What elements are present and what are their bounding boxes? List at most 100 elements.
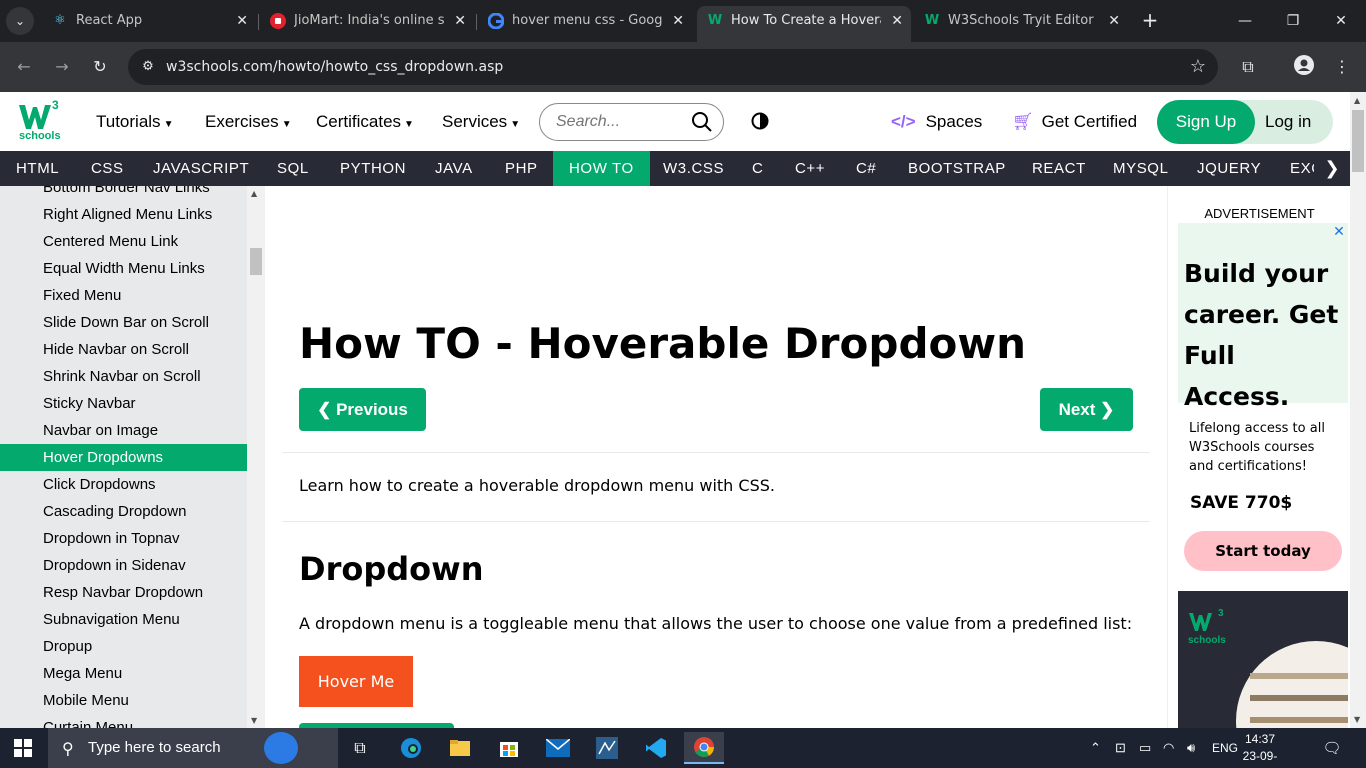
previous-button[interactable]: ❮ Previous bbox=[299, 388, 426, 431]
topnav-item-w3css[interactable]: W3.CSS bbox=[647, 151, 740, 186]
tab-react-app[interactable]: ⚛ React App ✕ bbox=[42, 6, 256, 36]
windows-start-icon[interactable] bbox=[14, 739, 32, 757]
back-icon[interactable]: ← bbox=[12, 55, 36, 79]
tab-google-search[interactable]: hover menu css - Google Se ✕ bbox=[478, 6, 692, 36]
sidebar-item[interactable]: Resp Navbar Dropdown bbox=[0, 579, 247, 606]
tab-jiomart[interactable]: JioMart: India's online shopp ✕ bbox=[260, 6, 474, 36]
topnav-item-php[interactable]: PHP bbox=[489, 151, 554, 186]
topnav-item-cpp[interactable]: C++ bbox=[779, 151, 841, 186]
sidebar-item[interactable]: Right Aligned Menu Links bbox=[0, 201, 247, 228]
microsoft-store-icon[interactable] bbox=[489, 732, 529, 764]
reload-icon[interactable]: ↻ bbox=[88, 55, 112, 79]
sidebar-item[interactable]: Slide Down Bar on Scroll bbox=[0, 309, 247, 336]
sidebar-item[interactable]: Cascading Dropdown bbox=[0, 498, 247, 525]
forward-icon[interactable]: → bbox=[50, 55, 74, 79]
sidebar-item-hover-dropdowns[interactable]: Hover Dropdowns bbox=[0, 444, 247, 471]
search-input[interactable] bbox=[556, 112, 686, 132]
close-window-icon[interactable]: ✕ bbox=[1318, 0, 1364, 42]
scrollbar-thumb[interactable] bbox=[1352, 110, 1364, 172]
topnav-item-sql[interactable]: SQL bbox=[261, 151, 325, 186]
topnav-item-jquery[interactable]: JQUERY bbox=[1181, 151, 1277, 186]
scrollbar-thumb[interactable] bbox=[250, 248, 262, 275]
topnav-item-javascript[interactable]: JAVASCRIPT bbox=[137, 151, 265, 186]
start-today-button[interactable]: Start today bbox=[1184, 531, 1342, 571]
tab-tryit-editor[interactable]: W W3Schools Tryit Editor ✕ bbox=[914, 6, 1128, 36]
address-bar[interactable]: ⚙ w3schools.com/howto/howto_css_dropdown… bbox=[128, 49, 1218, 85]
url-text[interactable]: w3schools.com/howto/howto_css_dropdown.a… bbox=[166, 49, 503, 85]
menu-certificates[interactable]: Certificates ▼ bbox=[316, 92, 414, 154]
tab-how-to-hoverable[interactable]: W How To Create a Hoverable ✕ bbox=[697, 6, 911, 42]
sidebar-item[interactable]: Sticky Navbar bbox=[0, 390, 247, 417]
bookmark-star-icon[interactable]: ☆ bbox=[1190, 55, 1206, 79]
file-explorer-icon[interactable] bbox=[440, 732, 480, 764]
sidebar-item[interactable]: Navbar on Image bbox=[0, 417, 247, 444]
menu-tutorials[interactable]: Tutorials ▼ bbox=[96, 92, 173, 154]
language-indicator[interactable]: ENG bbox=[1212, 728, 1238, 768]
battery-icon[interactable]: ▭ bbox=[1139, 728, 1151, 768]
log-in-button[interactable]: Log in bbox=[1265, 100, 1311, 144]
sidebar-item[interactable]: Bottom Border Nav Links bbox=[0, 186, 247, 201]
tab-search-chevron-icon[interactable]: ⌄ bbox=[6, 7, 34, 35]
sidebar-item[interactable]: Mega Menu bbox=[0, 660, 247, 687]
hover-me-button[interactable]: Hover Me bbox=[299, 656, 413, 707]
scroll-up-icon[interactable]: ▲ bbox=[251, 189, 257, 198]
tray-chevron-up-icon[interactable]: ⌃ bbox=[1090, 728, 1101, 768]
sidebar-item[interactable]: Dropup bbox=[0, 633, 247, 660]
next-button[interactable]: Next ❯ bbox=[1040, 388, 1133, 431]
search-icon[interactable] bbox=[691, 111, 713, 133]
page-scrollbar[interactable]: ▲ ▼ bbox=[1350, 92, 1366, 728]
taskbar-search[interactable]: ⚲ Type here to search bbox=[48, 728, 338, 768]
close-tab-icon[interactable]: ✕ bbox=[1108, 6, 1120, 36]
extensions-icon[interactable]: ⧉ bbox=[1236, 55, 1260, 79]
scroll-down-icon[interactable]: ▼ bbox=[1354, 715, 1360, 724]
get-certified-link[interactable]: 🛒︎ Get Certified bbox=[1012, 92, 1137, 151]
close-tab-icon[interactable]: ✕ bbox=[236, 6, 248, 36]
task-view-icon[interactable]: ⧉ bbox=[340, 732, 380, 764]
close-ad-icon[interactable]: ✕ bbox=[1330, 223, 1348, 241]
topnav-item-how-to[interactable]: HOW TO bbox=[553, 151, 650, 186]
sidebar-item[interactable]: Dropdown in Sidenav bbox=[0, 552, 247, 579]
sidebar-item[interactable]: Mobile Menu bbox=[0, 687, 247, 714]
sidebar-item[interactable]: Subnavigation Menu bbox=[0, 606, 247, 633]
close-tab-icon[interactable]: ✕ bbox=[891, 6, 903, 36]
w3schools-logo[interactable]: 3 schools bbox=[16, 98, 64, 146]
topnav-item-c[interactable]: C bbox=[736, 151, 779, 186]
volume-icon[interactable]: 🔊︎ bbox=[1187, 728, 1195, 768]
scroll-down-icon[interactable]: ▼ bbox=[251, 716, 257, 725]
topnav-item-python[interactable]: PYTHON bbox=[324, 151, 422, 186]
topnav-item-html[interactable]: HTML bbox=[0, 151, 75, 186]
site-info-icon[interactable]: ⚙ bbox=[136, 55, 160, 79]
sidebar-item[interactable]: Hide Navbar on Scroll bbox=[0, 336, 247, 363]
ad-image[interactable]: 3 schools bbox=[1178, 591, 1348, 728]
sidebar-scrollbar[interactable]: ▲ ▼ bbox=[247, 186, 265, 728]
topnav-item-csharp[interactable]: C# bbox=[840, 151, 892, 186]
scroll-up-icon[interactable]: ▲ bbox=[1354, 96, 1360, 105]
network-adapter-icon[interactable]: ⊡ bbox=[1115, 728, 1126, 768]
dark-mode-toggle-icon[interactable] bbox=[751, 112, 769, 134]
sidebar-item[interactable]: Curtain Menu bbox=[0, 714, 247, 728]
vscode-icon[interactable] bbox=[636, 732, 676, 764]
site-search[interactable] bbox=[539, 103, 724, 141]
restore-icon[interactable]: ❐ bbox=[1270, 0, 1316, 42]
ad-card[interactable]: ✕ Build your career. Get Full Access. Li… bbox=[1178, 223, 1348, 581]
sign-up-button[interactable]: Sign Up bbox=[1157, 100, 1255, 144]
close-tab-icon[interactable]: ✕ bbox=[672, 6, 684, 36]
topnav-item-bootstrap[interactable]: BOOTSTRAP bbox=[892, 151, 1022, 186]
chevron-right-icon[interactable]: ❯ bbox=[1314, 151, 1350, 186]
clock[interactable]: 14:37 23-09-2024 bbox=[1236, 731, 1284, 768]
sidebar-item[interactable]: Centered Menu Link bbox=[0, 228, 247, 255]
edge-icon[interactable] bbox=[391, 732, 431, 764]
wifi-icon[interactable]: ◠ bbox=[1163, 728, 1174, 768]
sidebar-item[interactable]: Shrink Navbar on Scroll bbox=[0, 363, 247, 390]
sidebar-item[interactable]: Equal Width Menu Links bbox=[0, 255, 247, 282]
mail-icon[interactable] bbox=[538, 732, 578, 764]
notifications-icon[interactable]: 🗨︎ bbox=[1322, 738, 1342, 758]
topnav-item-mysql[interactable]: MYSQL bbox=[1097, 151, 1185, 186]
sidebar-item[interactable]: Dropdown in Topnav bbox=[0, 525, 247, 552]
sidebar-item[interactable]: Fixed Menu bbox=[0, 282, 247, 309]
topnav-item-css[interactable]: CSS bbox=[75, 151, 140, 186]
spaces-link[interactable]: </> Spaces bbox=[891, 92, 982, 151]
minimize-icon[interactable]: — bbox=[1222, 0, 1268, 42]
profile-icon[interactable] bbox=[1292, 55, 1316, 79]
menu-exercises[interactable]: Exercises ▼ bbox=[205, 92, 292, 154]
